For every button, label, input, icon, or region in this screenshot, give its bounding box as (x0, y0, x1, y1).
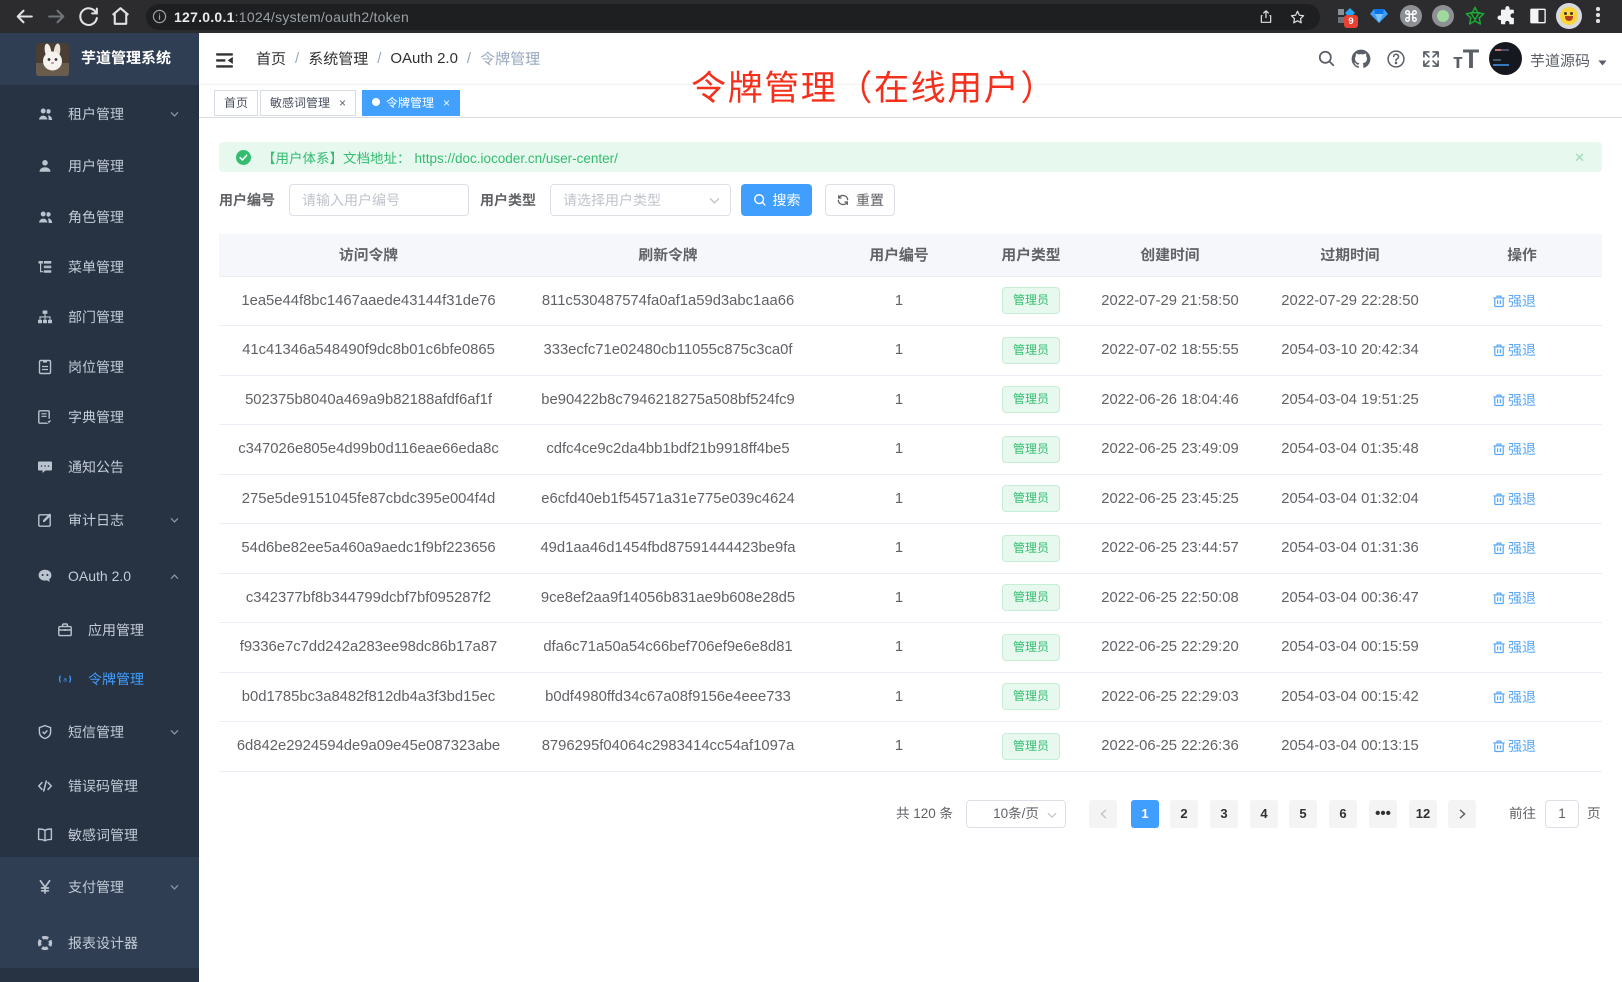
svg-text:a: a (63, 676, 67, 683)
